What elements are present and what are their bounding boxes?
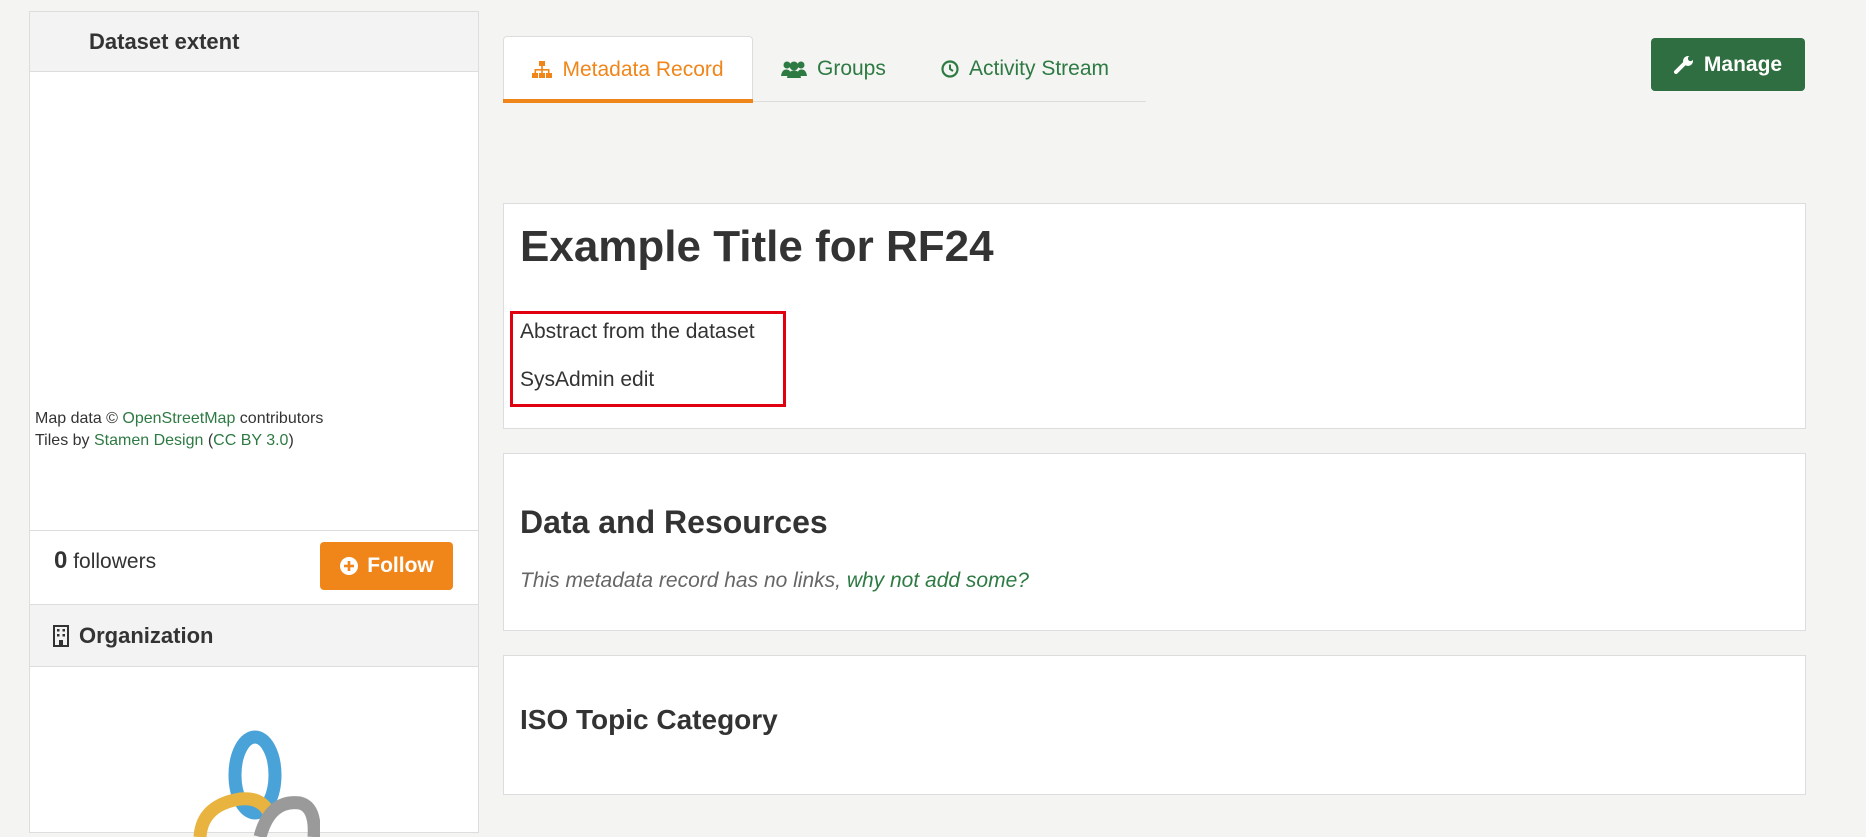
attribution-text: Map data © — [35, 410, 123, 427]
tab-label: Groups — [817, 57, 886, 80]
stamen-design-link[interactable]: Stamen Design — [94, 432, 203, 449]
iso-topic-category-panel: ISO Topic Category — [503, 655, 1806, 795]
attribution-text: Tiles by — [35, 432, 94, 449]
map-attribution: Map data © OpenStreetMap contributors Ti… — [35, 408, 323, 452]
dataset-summary-panel: Example Title for RF24 Abstract from the… — [503, 203, 1806, 429]
wrench-icon — [1673, 55, 1694, 74]
follow-button-label: Follow — [367, 554, 434, 577]
sidebar: Dataset extent Map data © OpenStreetMap … — [29, 11, 479, 837]
clock-icon — [941, 60, 959, 78]
dataset-notes-line: Abstract from the dataset — [520, 320, 755, 343]
openstreetmap-link[interactable]: OpenStreetMap — [122, 410, 235, 427]
followers-label: followers — [73, 550, 157, 573]
building-icon — [53, 624, 69, 647]
plus-circle-icon — [340, 557, 359, 575]
no-resources-text: This metadata record has no links, — [520, 569, 847, 592]
dataset-extent-heading: Dataset extent — [30, 12, 478, 72]
organization-heading: Organization — [30, 605, 478, 667]
iso-topic-category-heading: ISO Topic Category — [520, 704, 778, 735]
organization-heading-label: Organization — [79, 622, 214, 648]
tab-metadata-record[interactable]: Metadata Record — [503, 36, 753, 103]
manage-button-label: Manage — [1703, 52, 1783, 76]
attribution-text: ( — [203, 432, 214, 449]
attribution-text: contributors — [235, 410, 324, 427]
cc-by-link[interactable]: CC BY 3.0 — [213, 432, 288, 449]
tab-label: Activity Stream — [969, 57, 1110, 80]
tab-activity-stream[interactable]: Activity Stream — [941, 36, 1109, 102]
follow-button[interactable]: Follow — [320, 542, 453, 590]
followers-count: 0 followers — [54, 547, 156, 575]
sitemap-icon — [532, 60, 553, 78]
dataset-notes-line: SysAdmin edit — [520, 368, 655, 391]
attribution-text: ) — [288, 432, 294, 449]
dataset-tabs: Metadata Record Groups Activity Stream — [503, 36, 1146, 103]
dataset-title: Example Title for RF24 — [520, 222, 994, 271]
add-resources-link[interactable]: why not add some? — [847, 569, 1029, 592]
data-and-resources-heading: Data and Resources — [520, 504, 828, 540]
data-and-resources-panel: Data and Resources This metadata record … — [503, 453, 1806, 631]
followers-number: 0 — [54, 547, 68, 574]
organization-logo[interactable] — [190, 727, 320, 837]
manage-button[interactable]: Manage — [1651, 38, 1805, 91]
followers-row: 0 followers Follow — [30, 530, 478, 605]
users-icon — [781, 61, 807, 78]
tab-label: Metadata Record — [562, 57, 724, 81]
no-resources-message: This metadata record has no links, why n… — [520, 569, 1029, 593]
tab-groups[interactable]: Groups — [781, 36, 886, 102]
